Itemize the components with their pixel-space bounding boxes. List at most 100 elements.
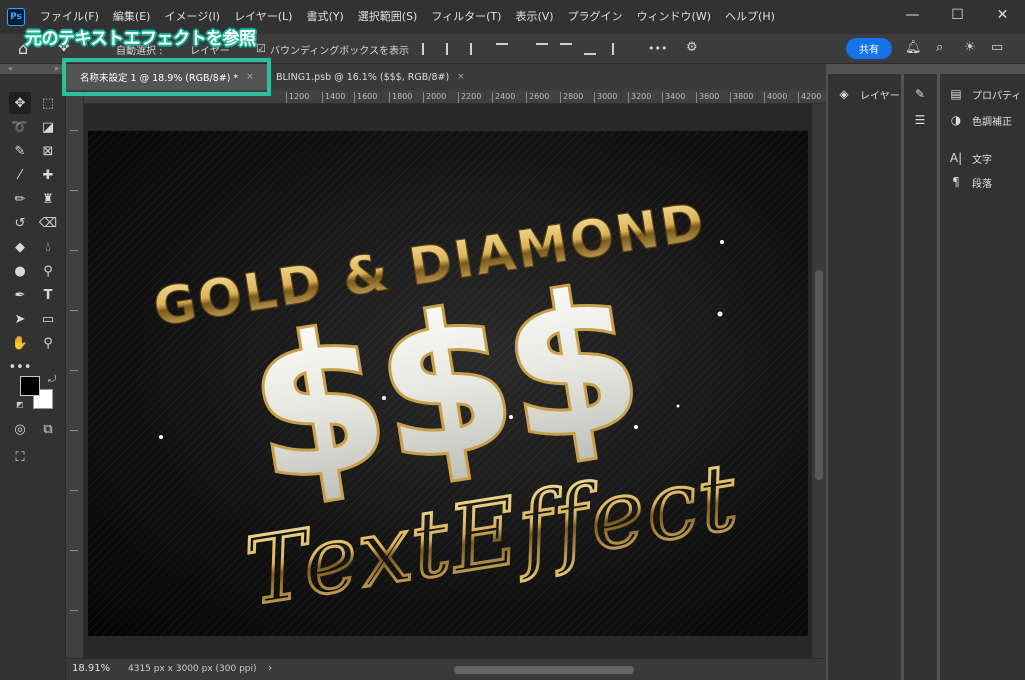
app-logo-text: Ps [10,12,22,22]
brush-settings-icon: ✎ [914,87,926,101]
minimize-button[interactable]: — [890,0,935,30]
align-bottom-icon[interactable] [584,43,596,55]
dodge-icon[interactable]: ● [9,260,31,282]
tab-bling-label: BLING1.psb @ 16.1% ($$$, RGB/8#) [276,71,450,83]
document-info: 4315 px x 3000 px (300 ppi) [128,664,257,674]
vertical-scroll-thumb[interactable] [815,270,823,480]
object-select-icon[interactable]: ◪ [37,116,59,138]
distribute-icon[interactable] [496,43,508,53]
path-select-icon[interactable]: ➤ [9,308,31,330]
annotation-highlight-box [62,58,271,96]
more-tools-icon[interactable]: ••• [9,356,32,378]
align-hcenter-icon[interactable] [446,43,458,55]
layers-panel-button[interactable]: ◈ レイヤー [836,86,899,102]
menu-plugins[interactable]: プラグイン [561,0,630,34]
ruler-v-tick [70,250,78,251]
type-icon[interactable]: T [37,284,59,306]
foreground-color-swatch[interactable] [20,376,40,396]
ruler-tick: 4000 [764,92,787,103]
align-right-icon[interactable] [470,43,482,55]
menu-view[interactable]: 表示(V) [508,0,560,34]
ruler-tick: 3800 [730,92,753,103]
align-vcenter-icon[interactable] [560,43,572,55]
marquee-icon[interactable]: ⬚ [37,92,59,114]
edit-toolbar-icon[interactable]: ⛶ [9,446,31,468]
lasso-icon[interactable]: ➰ [9,116,31,138]
zoom-dodge-icon[interactable]: ⚲ [37,260,59,282]
stamp-icon[interactable]: ♜ [37,188,59,210]
layers-panel-dock: ◈ レイヤー [828,74,901,680]
ruler-tick: 1200 [286,92,309,103]
close-window-button[interactable]: ✕ [980,0,1025,30]
swap-colors-icon[interactable]: ⤾ [48,374,56,385]
menu-type[interactable]: 書式(Y) [299,0,350,34]
window-controls: — ☐ ✕ [890,0,1025,34]
close-tab-icon[interactable]: × [457,72,465,82]
properties-panel-button[interactable]: ▤ プロパティ [948,86,1021,102]
zoom-icon[interactable]: ⚲ [37,332,59,354]
status-menu-arrow[interactable]: › [268,663,272,674]
ruler-v-tick [70,190,78,191]
ruler-tick: 2200 [458,92,481,103]
blur-icon[interactable]: 💧︎ [37,236,59,258]
adjustments-panel-button[interactable]: ◑ 色調補正 [948,112,1012,128]
bounding-box-checkbox[interactable]: ☑ [256,42,266,55]
pen-icon[interactable]: ✒ [9,284,31,306]
menu-help[interactable]: ヘルプ(H) [718,0,782,34]
ruler-tick: 1400 [322,92,345,103]
quick-mask-icon[interactable]: ◎ [9,418,31,440]
character-panel-button[interactable]: A| 文字 [948,150,992,166]
tools-collapse-icon[interactable]: « [8,64,13,74]
distribute-v-icon[interactable] [612,43,624,55]
history-brush-icon[interactable]: ↺ [9,212,31,234]
align-left-icon[interactable] [422,43,434,55]
adjust-panel-button[interactable]: ☰ [912,112,936,128]
ruler-tick: 1800 [389,92,412,103]
maximize-button[interactable]: ☐ [935,0,980,30]
tab-bling[interactable]: BLING1.psb @ 16.1% ($$$, RGB/8#) × [266,64,466,90]
workspace-icon[interactable]: ▭ [991,40,1003,55]
eyedropper-icon[interactable]: ⁄ [9,164,31,186]
document-canvas[interactable]: GOLD & DIAMOND $$$ TextEffect [88,131,808,636]
bounding-box-label: バウンディングボックスを表示 [270,46,409,57]
move-icon[interactable]: ✥ [9,92,31,114]
ruler-v-tick [70,430,78,431]
horizontal-scroll-thumb[interactable] [454,666,634,674]
rectangle-icon[interactable]: ▭ [37,308,59,330]
paragraph-panel-button[interactable]: ¶ 段落 [948,174,992,190]
crop-icon[interactable]: ✎ [9,140,31,162]
ruler-v-tick [70,550,78,551]
menu-select[interactable]: 選択範囲(S) [351,0,425,34]
ruler-v-tick [70,610,78,611]
tools-collapse-right-icon[interactable]: » [54,64,59,74]
tools-panel: ✥ ⬚ ➰ ◪ ✎ ⊠ ⁄ ✚ ✏ ♜ ↺ ⌫ ◆ 💧︎ ● ⚲ ✒ T ➤ ▭… [0,74,66,680]
photoshop-logo-icon: Ps [7,8,25,26]
screen-mode-icon[interactable]: ⧉ [37,418,59,440]
menu-window[interactable]: ウィンドウ(W) [630,0,718,34]
hand-icon[interactable]: ✋ [9,332,31,354]
sliders-icon: ☰ [914,113,926,127]
paint-bucket-icon[interactable]: ◆ [9,236,31,258]
search-icon[interactable]: ⌕ [936,40,943,55]
ruler-tick: 4200 [798,92,821,103]
more-options-button[interactable]: ••• [648,42,667,55]
zoom-level[interactable]: 18.91% [72,663,110,674]
eraser-icon[interactable]: ⌫ [37,212,59,234]
default-colors-icon[interactable]: ◩ [16,400,24,409]
gear-icon[interactable]: ⚙ [686,40,698,55]
healing-icon[interactable]: ✚ [37,164,59,186]
align-top-icon[interactable] [536,43,548,55]
ruler-tick: 3400 [662,92,685,103]
status-bar: 18.91% 4315 px x 3000 px (300 ppi) › [66,658,826,680]
brush-icon[interactable]: ✏ [9,188,31,210]
properties-icon: ▤ [950,87,962,101]
share-button[interactable]: 共有 [846,38,892,59]
character-icon: A| [949,151,963,165]
menu-filter[interactable]: フィルター(T) [424,0,508,34]
ruler-v-tick [70,310,78,311]
paragraph-icon: ¶ [952,175,960,189]
bell-icon[interactable]: 🔔︎ [905,40,922,55]
brush-panel-button[interactable]: ✎ [912,86,936,102]
frame-icon[interactable]: ⊠ [37,140,59,162]
lightbulb-icon[interactable]: ☀ [964,40,976,55]
